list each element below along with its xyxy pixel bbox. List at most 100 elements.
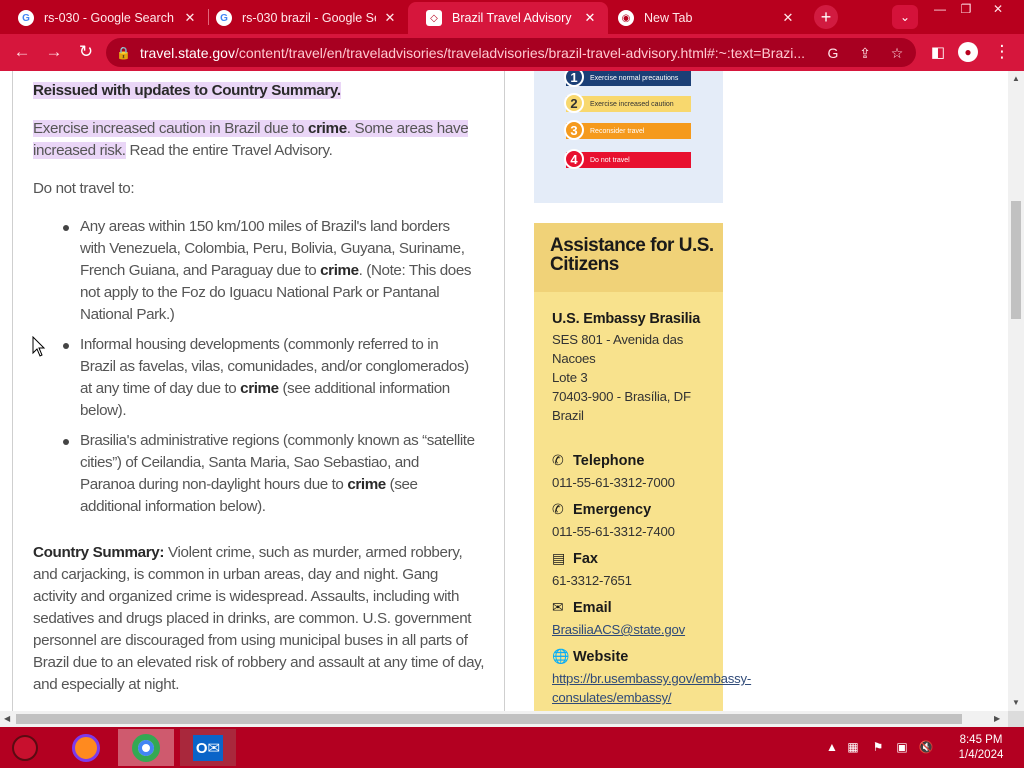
clock-time: 8:45 PM: [959, 734, 1003, 746]
profile-button[interactable]: ●: [956, 40, 980, 64]
page-viewport: Reissued with updates to Country Summary…: [0, 71, 1008, 711]
email-address[interactable]: BrasiliaACS@state.gov: [552, 622, 685, 637]
level-number: 3: [564, 120, 584, 140]
system-tray: ▲ ▦ ⚑ ▣ 🔇: [826, 733, 938, 761]
caution-text: Exercise increased caution in Brazil due…: [33, 120, 309, 137]
emergency-label-text: Emergency: [573, 501, 652, 518]
website-label-text: Website: [573, 648, 629, 665]
website-label: 🌐 Website: [552, 648, 628, 665]
tab-google-search-brazil[interactable]: G rs-030 brazil - Google Se ✕: [198, 2, 408, 34]
browser-menu-button[interactable]: ⋮: [990, 40, 1014, 64]
level-label: Do not travel: [590, 156, 630, 164]
level-2: 2 Exercise increased caution: [564, 93, 691, 113]
show-hidden-icons-icon[interactable]: ▲: [826, 740, 840, 754]
start-button[interactable]: [0, 729, 50, 766]
embassy-address-line: SES 801 - Avenida das: [552, 332, 684, 347]
address-bar[interactable]: 🔒 travel.state.gov/content/travel/en/tra…: [106, 38, 916, 67]
website-link[interactable]: consulates/embassy/: [552, 688, 672, 707]
list-item: Informal housing developments (commonly …: [63, 334, 475, 422]
forward-button[interactable]: →: [42, 40, 66, 64]
tab-search-button[interactable]: ⌄: [892, 5, 918, 29]
taskbar-clock[interactable]: 8:45 PM 1/4/2024: [954, 733, 1008, 763]
taskbar-outlook[interactable]: O✉: [180, 729, 236, 766]
share-icon[interactable]: ⇪: [854, 42, 876, 64]
reload-button[interactable]: ↻: [74, 40, 98, 64]
flag-icon[interactable]: ⚑: [866, 740, 890, 754]
bullet-crime: crime: [240, 380, 279, 397]
restore-button[interactable]: ❐: [952, 0, 980, 18]
bullet-crime: crime: [347, 476, 386, 493]
outlook-icon: O✉: [193, 734, 223, 761]
tab-title: New Tab: [644, 11, 693, 25]
side-panel-button[interactable]: ◧: [926, 40, 950, 64]
network-icon[interactable]: ▣: [890, 740, 914, 754]
minimize-button[interactable]: —: [926, 0, 954, 18]
embassy-name: U.S. Embassy Brasilia: [552, 311, 701, 327]
embassy-address-line: Nacoes: [552, 351, 596, 366]
chrome-icon: ◉: [618, 10, 634, 26]
level-label: Reconsider travel: [590, 127, 645, 135]
embassy-address-line: Brazil: [552, 408, 584, 423]
minimize-icon: —: [934, 2, 946, 16]
network-drive-icon[interactable]: ▦: [840, 740, 866, 754]
horizontal-scroll-thumb[interactable]: [16, 714, 962, 724]
restore-icon: ❐: [960, 2, 972, 16]
assistance-card: Assistance for U.S. Citizens U.S. Embass…: [534, 223, 751, 711]
tab-new-tab[interactable]: ◉ New Tab ✕: [600, 2, 806, 34]
scroll-left-arrow-icon[interactable]: ◀: [4, 714, 10, 723]
website-link[interactable]: https://br.usembassy.gov/embassy-: [552, 669, 792, 688]
country-summary: Country Summary: Violent crime, such as …: [33, 542, 485, 696]
do-not-travel-heading: Do not travel to:: [33, 180, 135, 197]
level-number: 4: [564, 149, 584, 169]
tab-google-search[interactable]: G rs-030 - Google Search ✕: [0, 2, 208, 34]
tab-brazil-travel-advisory[interactable]: ◇ Brazil Travel Advisory ✕: [408, 2, 608, 34]
bullet-crime: crime: [320, 262, 359, 279]
read-entire-advisory: Read the entire Travel Advisory.: [125, 142, 333, 159]
speaker-muted-icon[interactable]: 🔇: [914, 740, 938, 754]
url-path: /content/travel/en/traveladvisories/trav…: [234, 44, 806, 61]
close-icon[interactable]: ✕: [382, 10, 398, 26]
new-tab-button[interactable]: +: [814, 5, 838, 29]
embassy-address-line: Lote 3: [552, 370, 588, 385]
telephone-label-text: Telephone: [573, 452, 645, 469]
telephone-number[interactable]: 011-55-61-3312-7000: [552, 473, 675, 492]
browser-tab-strip: G rs-030 - Google Search ✕ G rs-030 braz…: [0, 0, 1024, 34]
chevron-down-icon: ⌄: [899, 10, 911, 24]
reissued-text: Reissued with updates to Country Summary…: [33, 82, 341, 99]
vertical-scroll-thumb[interactable]: [1011, 201, 1021, 319]
more-vertical-icon: ⋮: [993, 42, 1011, 61]
taskbar-firefox[interactable]: [58, 729, 114, 766]
window-close-button[interactable]: ✕: [984, 0, 1012, 18]
emergency-number[interactable]: 011-55-61-3312-7400: [552, 522, 675, 541]
country-summary-text: Violent crime, such as murder, armed rob…: [33, 544, 485, 693]
level-number: 2: [564, 93, 584, 113]
close-icon[interactable]: ✕: [582, 10, 598, 26]
website-url-line[interactable]: consulates/embassy/: [552, 690, 672, 705]
email-link[interactable]: BrasiliaACS@state.gov: [552, 620, 685, 639]
windows-taskbar: O✉ ▲ ▦ ⚑ ▣ 🔇 8:45 PM 1/4/2024: [0, 727, 1024, 768]
back-button[interactable]: ←: [10, 40, 34, 64]
level-3: 3 Reconsider travel: [564, 120, 691, 140]
country-summary-label: Country Summary:: [33, 544, 165, 561]
embassy-address-line: 70403-900 - Brasília, DF: [552, 389, 691, 404]
google-icon: G: [216, 10, 232, 26]
vertical-scrollbar[interactable]: ▲ ▼: [1008, 71, 1024, 711]
close-icon[interactable]: ✕: [182, 10, 198, 26]
address-url[interactable]: travel.state.gov/content/travel/en/trave…: [140, 45, 812, 61]
scroll-up-arrow-icon[interactable]: ▲: [1012, 74, 1020, 83]
horizontal-scrollbar[interactable]: ◀ ▶: [0, 711, 1008, 727]
phone-icon: ✆: [552, 452, 564, 468]
close-icon[interactable]: ✕: [780, 10, 796, 26]
level-label: Exercise normal precautions: [590, 74, 679, 82]
scroll-down-arrow-icon[interactable]: ▼: [1012, 698, 1020, 707]
telephone-label: ✆ Telephone: [552, 452, 644, 469]
arrow-left-icon: ←: [13, 42, 31, 61]
website-url-line[interactable]: https://br.usembassy.gov/embassy-: [552, 671, 751, 686]
emergency-label: ✆ Emergency: [552, 501, 651, 518]
taskbar-chrome[interactable]: [118, 729, 174, 766]
bookmark-star-icon[interactable]: ☆: [886, 42, 908, 64]
fax-label-text: Fax: [573, 550, 598, 567]
scroll-right-arrow-icon[interactable]: ▶: [994, 714, 1000, 723]
email-label: ✉ Email: [552, 599, 612, 616]
google-lens-icon[interactable]: G: [822, 42, 844, 64]
